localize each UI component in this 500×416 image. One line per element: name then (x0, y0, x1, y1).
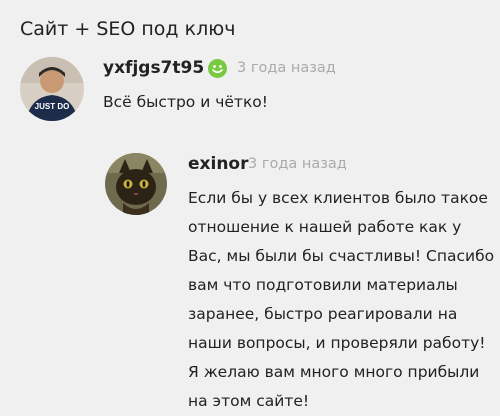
reply-time: 3 года назад (248, 156, 347, 172)
smile-face-icon (208, 59, 227, 78)
review-time: 3 года назад (237, 60, 336, 76)
review-text: Всё быстро и чётко! (103, 93, 268, 111)
reviewer-name[interactable]: yxfjgs7t95 (103, 58, 204, 78)
reply-text: Если бы у всех клиентов было такое отнош… (188, 189, 495, 410)
seller-name[interactable]: exinor (188, 154, 249, 174)
page-title: Сайт + SEO под ключ (20, 18, 236, 40)
seller-avatar[interactable] (105, 153, 167, 215)
svg-text:JUST DO: JUST DO (35, 102, 70, 111)
reviewer-avatar[interactable]: JUST DO (20, 57, 84, 121)
